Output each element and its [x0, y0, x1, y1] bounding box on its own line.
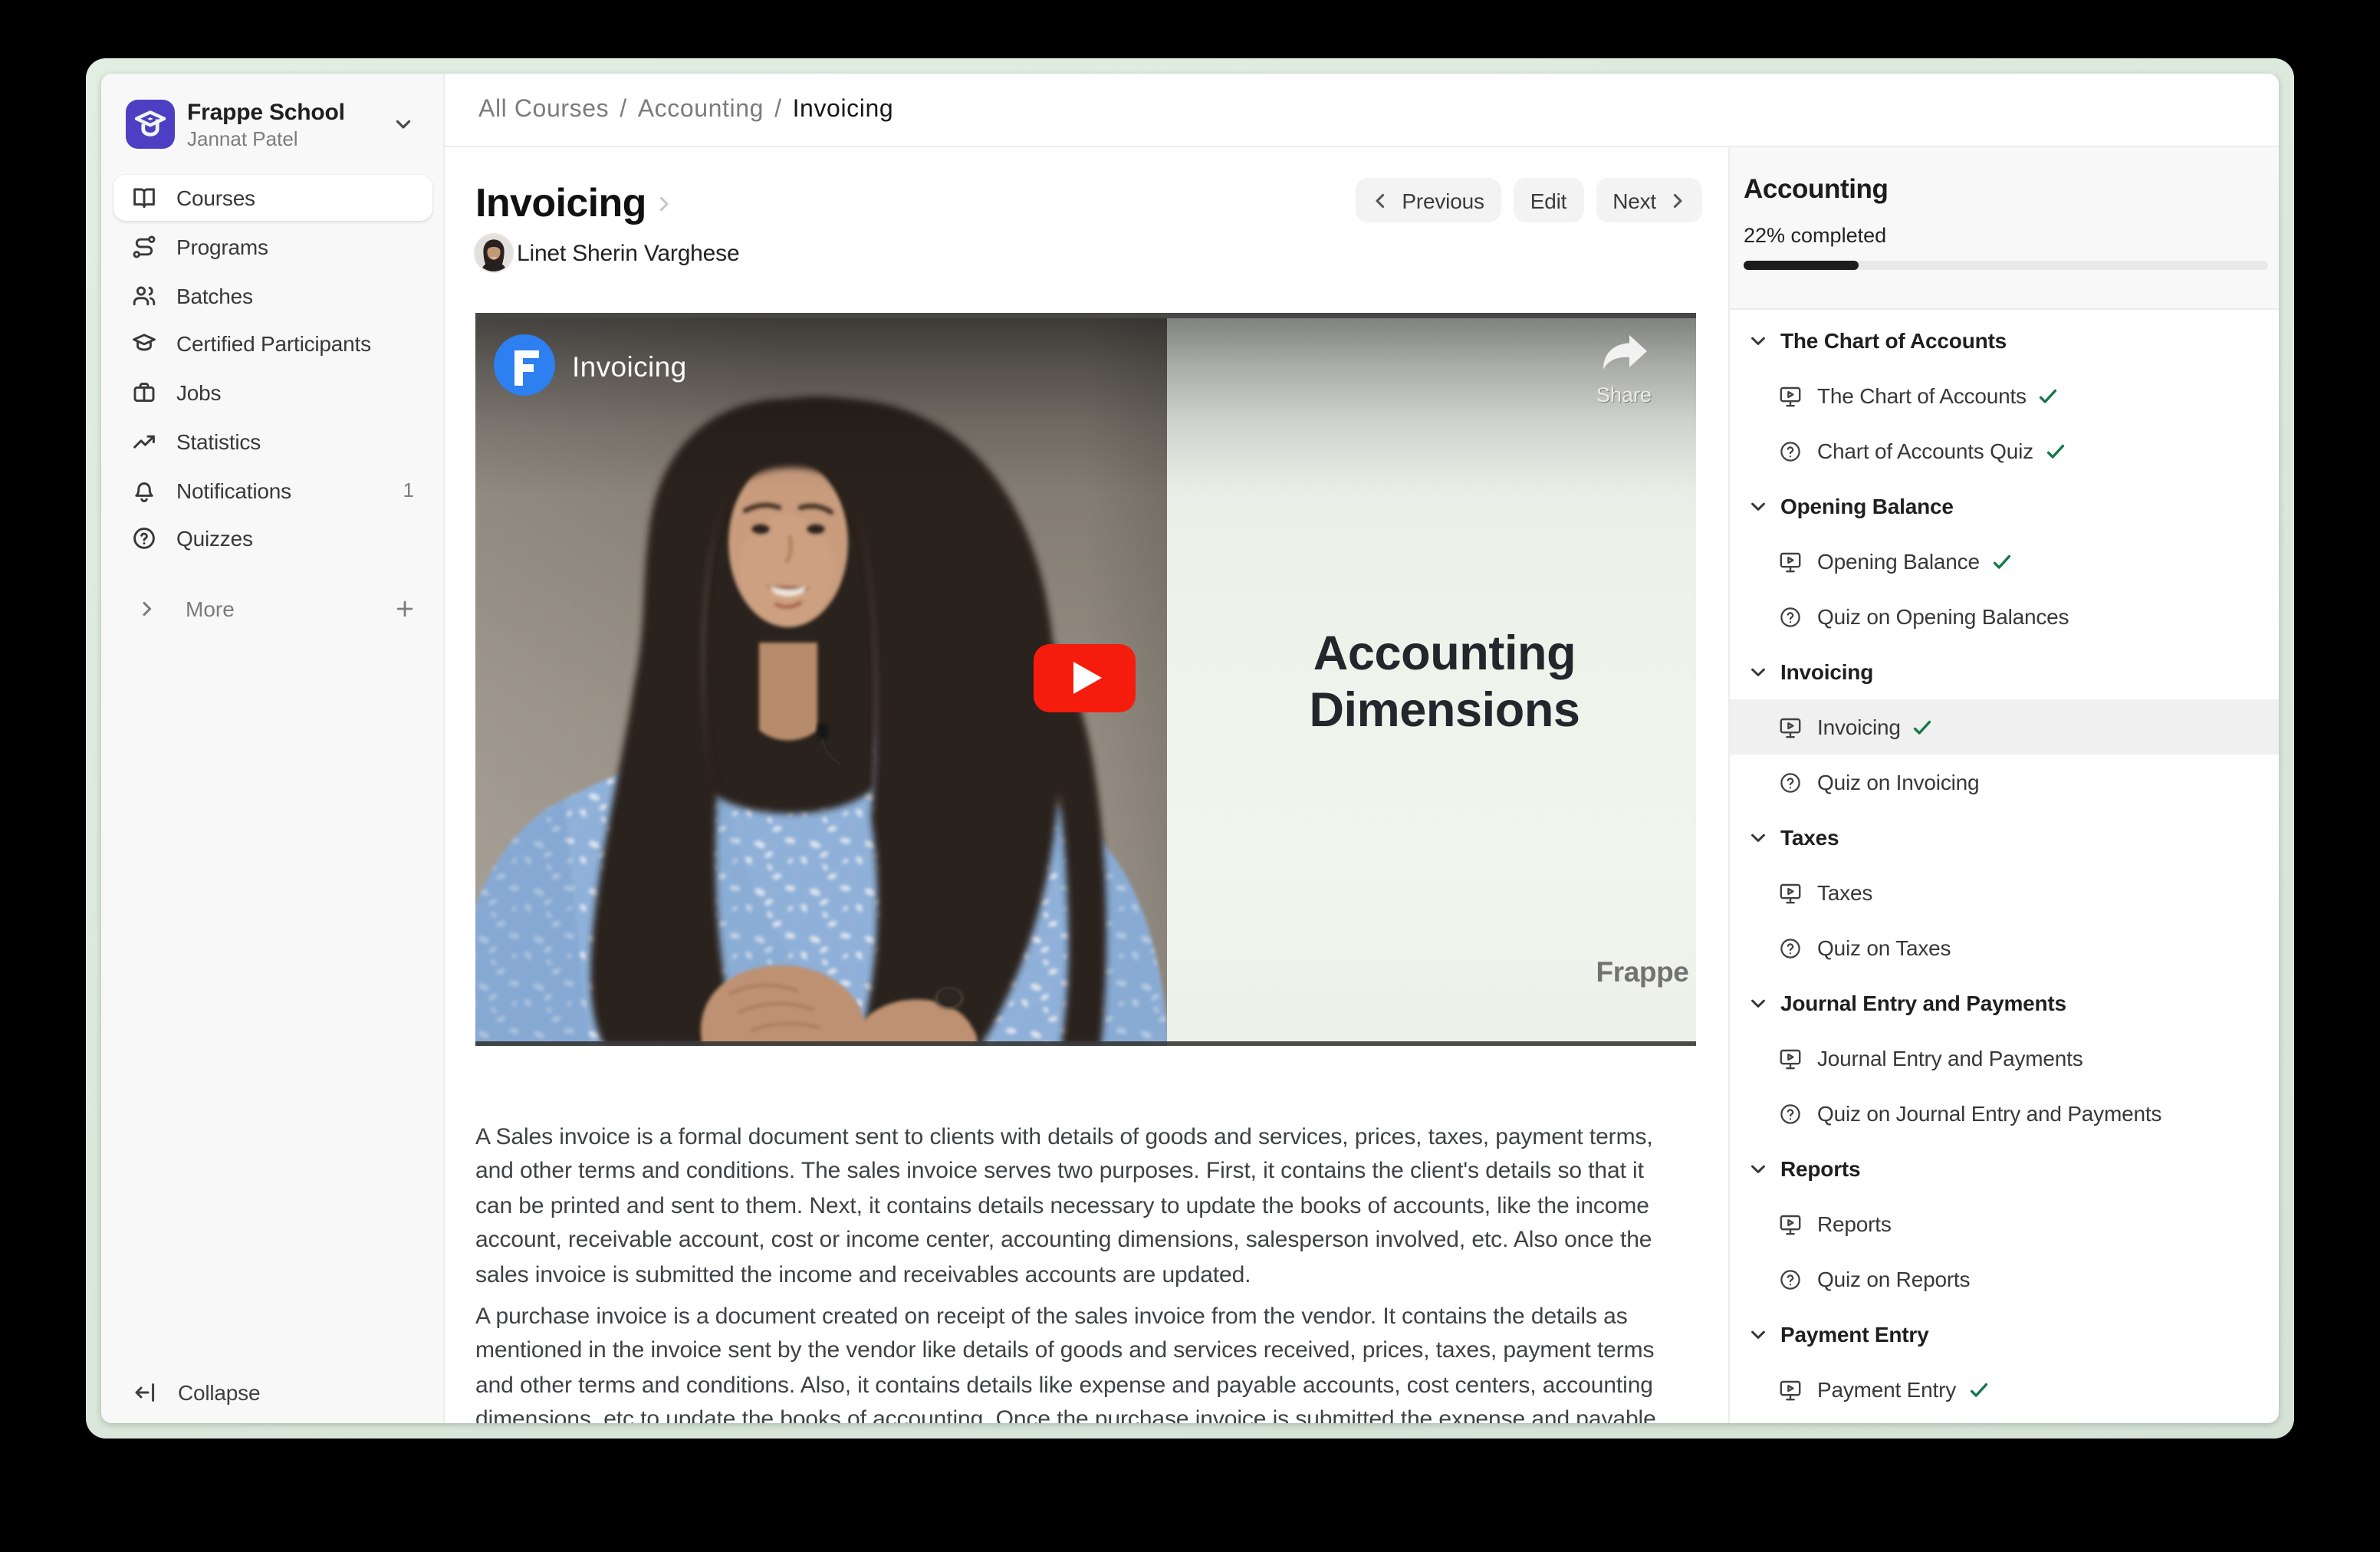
svg-text:Invoicing: Invoicing	[572, 350, 687, 382]
svg-text:Frappe: Frappe	[1596, 955, 1689, 987]
svg-text:Dimensions: Dimensions	[1309, 682, 1580, 736]
svg-text:Share: Share	[1596, 383, 1652, 406]
svg-text:Accounting: Accounting	[1313, 626, 1576, 679]
